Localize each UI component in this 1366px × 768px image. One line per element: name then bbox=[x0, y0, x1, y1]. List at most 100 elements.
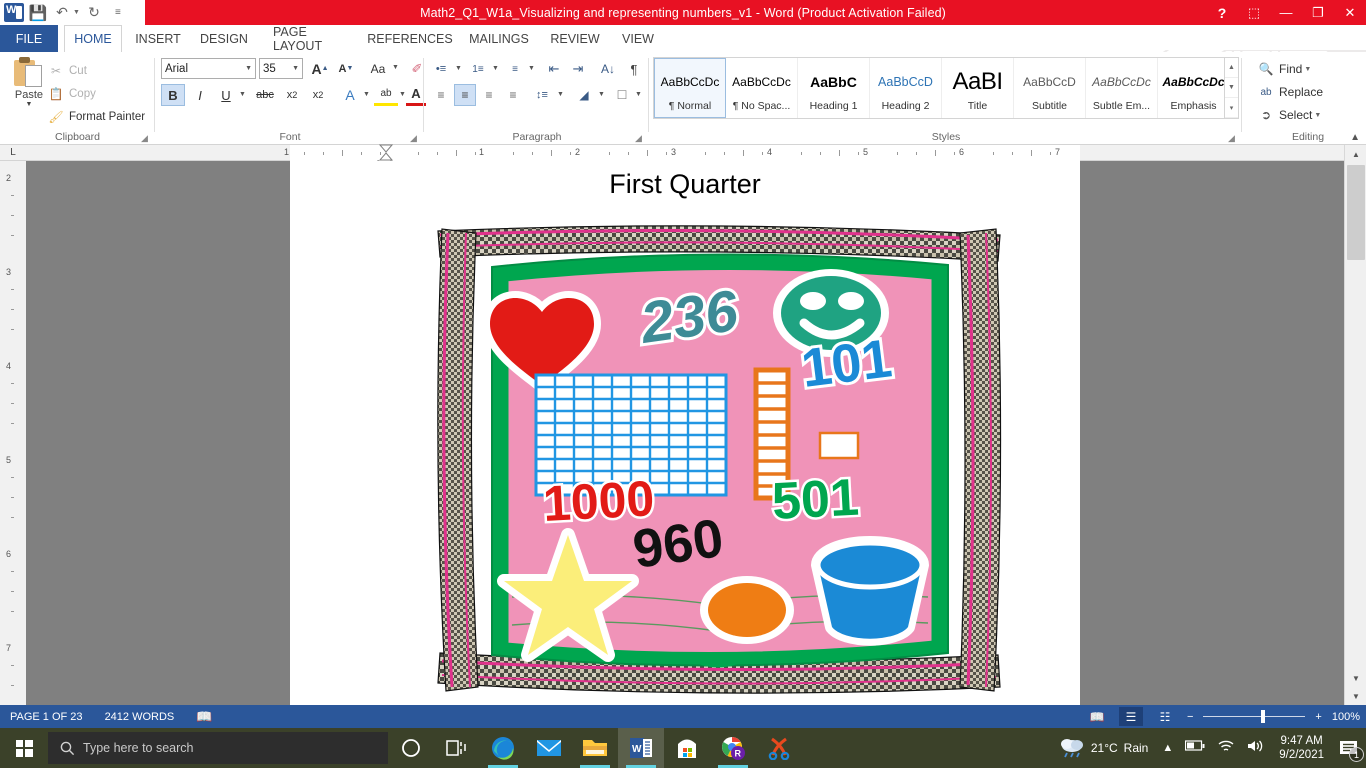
collapse-ribbon-icon[interactable]: ▲ bbox=[1350, 132, 1360, 143]
show-formatting-marks-button[interactable]: ¶ bbox=[623, 58, 645, 80]
word-count[interactable]: 2412 WORDS bbox=[105, 711, 175, 723]
edge-icon[interactable] bbox=[480, 728, 526, 768]
volume-icon[interactable] bbox=[1247, 739, 1265, 758]
borders-button[interactable]: ☐ bbox=[611, 84, 633, 106]
find-button[interactable]: 🔍 Find ▼ bbox=[1258, 58, 1312, 80]
style-normal[interactable]: AaBbCcDc ¶ Normal bbox=[654, 58, 726, 118]
grow-font-button[interactable]: A ▲ bbox=[308, 58, 332, 79]
read-mode-button[interactable]: 📖 bbox=[1085, 707, 1109, 726]
select-caret-icon[interactable]: ▼ bbox=[1314, 112, 1321, 119]
scroll-up-icon[interactable]: ▲ bbox=[1345, 145, 1366, 163]
ruler-corner-tab-selector[interactable]: L bbox=[0, 145, 26, 161]
cut-button[interactable]: ✂ Cut bbox=[48, 60, 87, 81]
text-highlight-color-button[interactable]: ab bbox=[374, 84, 398, 106]
copy-button[interactable]: 📋 Copy bbox=[48, 83, 96, 104]
decrease-indent-button[interactable]: ⇤ bbox=[543, 58, 565, 80]
style-subtle-emphasis[interactable]: AaBbCcDc Subtle Em... bbox=[1086, 58, 1158, 118]
find-caret-icon[interactable]: ▼ bbox=[1304, 66, 1311, 73]
zoom-out-button[interactable]: − bbox=[1187, 711, 1193, 723]
tab-design[interactable]: DESIGN bbox=[192, 25, 256, 52]
scroll-down-icon[interactable]: ▼ bbox=[1345, 669, 1366, 687]
styles-more-icon[interactable]: ▾ bbox=[1225, 98, 1238, 118]
shrink-font-button[interactable]: A ▼ bbox=[334, 58, 358, 79]
snipping-tool-icon[interactable] bbox=[756, 728, 802, 768]
select-button[interactable]: ➲ Select ▼ bbox=[1258, 104, 1321, 126]
wifi-icon[interactable] bbox=[1217, 739, 1235, 758]
numbering-button[interactable]: 1≡ bbox=[467, 58, 489, 80]
clipboard-dialog-launcher[interactable]: ◢ bbox=[141, 133, 151, 143]
shading-button[interactable]: ◢ bbox=[573, 84, 595, 106]
undo-icon[interactable]: ↶ bbox=[52, 3, 72, 23]
web-layout-button[interactable]: ☷ bbox=[1153, 707, 1177, 726]
paste-dropdown-icon[interactable]: ▼ bbox=[26, 101, 33, 108]
tab-review[interactable]: REVIEW bbox=[544, 25, 606, 52]
multilevel-list-button[interactable]: ≡ bbox=[504, 58, 526, 80]
weather-widget[interactable]: 21°C Rain bbox=[1059, 737, 1148, 759]
undo-dropdown-icon[interactable]: ▼ bbox=[73, 9, 80, 16]
style-heading-1[interactable]: AaBbC Heading 1 bbox=[798, 58, 870, 118]
search-input[interactable]: Type here to search bbox=[48, 732, 388, 764]
customize-qat-icon[interactable]: ≡ bbox=[108, 3, 128, 23]
chrome-r-icon[interactable]: R bbox=[710, 728, 756, 768]
styles-scroll-buttons[interactable]: ▲ ▼ ▾ bbox=[1224, 57, 1239, 119]
font-name-input[interactable]: Arial ▼ bbox=[161, 58, 256, 79]
text-effects-button[interactable]: A bbox=[338, 84, 362, 106]
styles-dialog-launcher[interactable]: ◢ bbox=[1228, 133, 1238, 143]
paste-button[interactable]: Paste ▼ bbox=[8, 56, 50, 120]
font-size-caret-icon[interactable]: ▼ bbox=[292, 65, 299, 72]
style-emphasis[interactable]: AaBbCcDc Emphasis bbox=[1158, 58, 1230, 118]
replace-button[interactable]: ab Replace bbox=[1258, 81, 1323, 103]
restore-icon[interactable]: ❐ bbox=[1302, 0, 1334, 25]
tab-mailings[interactable]: MAILINGS bbox=[462, 25, 536, 52]
tab-file[interactable]: FILE bbox=[0, 25, 58, 52]
bullets-button[interactable]: •≡ bbox=[430, 58, 452, 80]
next-page-icon[interactable]: ▼ bbox=[1345, 687, 1366, 705]
help-icon[interactable]: ? bbox=[1206, 0, 1238, 25]
sort-button[interactable]: A↓ bbox=[597, 58, 619, 80]
clock[interactable]: 9:47 AM 9/2/2021 bbox=[1279, 734, 1324, 762]
redo-icon[interactable]: ↻ bbox=[84, 3, 104, 23]
microsoft-store-icon[interactable] bbox=[664, 728, 710, 768]
subscript-button[interactable]: x2 bbox=[280, 84, 304, 106]
align-center-button[interactable]: ≡ bbox=[454, 84, 476, 106]
vertical-ruler[interactable]: 2 3 4 5 6 7 bbox=[0, 161, 26, 705]
tab-home[interactable]: HOME bbox=[64, 25, 122, 52]
line-spacing-button[interactable]: ↕≡ bbox=[531, 84, 553, 106]
align-right-button[interactable]: ≡ bbox=[478, 84, 500, 106]
font-name-caret-icon[interactable]: ▼ bbox=[245, 65, 252, 72]
align-left-button[interactable]: ≡ bbox=[430, 84, 452, 106]
style-title[interactable]: AaBI Title bbox=[942, 58, 1014, 118]
start-button[interactable] bbox=[0, 728, 48, 768]
zoom-in-button[interactable]: + bbox=[1315, 711, 1321, 723]
style-heading-2[interactable]: AaBbCcD Heading 2 bbox=[870, 58, 942, 118]
increase-indent-button[interactable]: ⇥ bbox=[567, 58, 589, 80]
task-view-icon[interactable] bbox=[434, 728, 480, 768]
tab-page-layout[interactable]: PAGE LAYOUT bbox=[262, 25, 358, 53]
style-subtitle[interactable]: AaBbCcD Subtitle bbox=[1014, 58, 1086, 118]
horizontal-ruler[interactable]: 1 1 2 3 4 5 6 7 bbox=[26, 144, 1344, 161]
justify-button[interactable]: ≡ bbox=[502, 84, 524, 106]
page-indicator[interactable]: PAGE 1 OF 23 bbox=[10, 711, 83, 723]
styles-scroll-up-icon[interactable]: ▲ bbox=[1225, 58, 1238, 78]
notifications-button[interactable]: 1 bbox=[1332, 728, 1366, 768]
scrollbar-thumb[interactable] bbox=[1347, 165, 1365, 260]
superscript-button[interactable]: x2 bbox=[306, 84, 330, 106]
word-icon[interactable]: W bbox=[618, 728, 664, 768]
underline-button[interactable]: U bbox=[214, 84, 238, 106]
close-icon[interactable]: ✕ bbox=[1334, 0, 1366, 25]
style-no-spacing[interactable]: AaBbCcDc ¶ No Spac... bbox=[726, 58, 798, 118]
show-hidden-icons-icon[interactable]: ▲ bbox=[1162, 742, 1173, 754]
ribbon-display-options-icon[interactable]: ⬚ bbox=[1238, 0, 1270, 25]
vertical-scrollbar[interactable]: ▲ ▼ ▼ bbox=[1344, 145, 1366, 705]
save-icon[interactable]: 💾 bbox=[28, 3, 48, 23]
bold-button[interactable]: B bbox=[161, 84, 185, 106]
file-explorer-icon[interactable] bbox=[572, 728, 618, 768]
proofing-errors-icon[interactable]: 📖 bbox=[196, 709, 212, 725]
print-layout-button[interactable]: ☰ bbox=[1118, 707, 1143, 726]
strikethrough-button[interactable]: abc bbox=[252, 84, 278, 106]
cortana-icon[interactable] bbox=[388, 728, 434, 768]
tab-insert[interactable]: INSERT bbox=[130, 25, 186, 52]
battery-icon[interactable] bbox=[1185, 739, 1205, 757]
tab-references[interactable]: REFERENCES bbox=[364, 25, 456, 52]
zoom-slider[interactable] bbox=[1203, 709, 1306, 725]
